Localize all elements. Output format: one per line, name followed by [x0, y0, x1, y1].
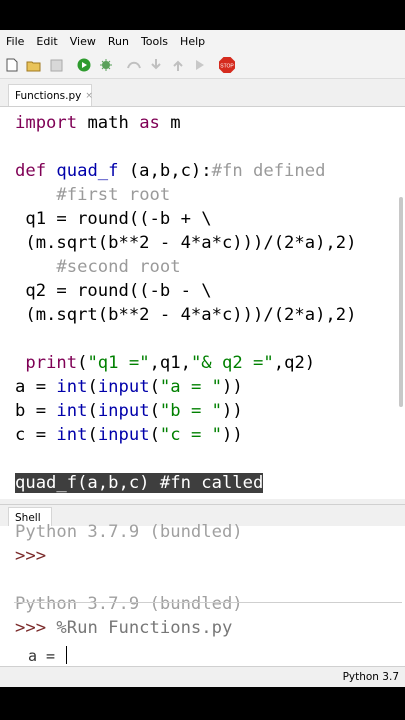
save-icon[interactable]: [48, 57, 64, 73]
menu-help[interactable]: Help: [174, 35, 211, 48]
shell-input-line[interactable]: a =: [28, 646, 68, 665]
editor-tab-bar: Functions.py ×: [0, 82, 405, 106]
editor-scrollbar[interactable]: [399, 197, 403, 407]
menu-tools[interactable]: Tools: [135, 35, 174, 48]
tab-label: Functions.py: [15, 89, 82, 102]
selected-line: quad_f(a,b,c) #fn called: [15, 473, 264, 493]
shell-output: Python 3.7.9 (bundled) >>> Python 3.7.9 …: [15, 522, 243, 638]
step-into-icon[interactable]: [148, 57, 164, 73]
step-over-icon[interactable]: [126, 57, 142, 73]
stop-icon[interactable]: STOP: [218, 57, 236, 73]
new-file-icon[interactable]: [4, 57, 20, 73]
tab-functions-py[interactable]: Functions.py ×: [8, 84, 93, 106]
toolbar: STOP: [0, 52, 405, 79]
open-folder-icon[interactable]: [26, 57, 42, 73]
step-out-icon[interactable]: [170, 57, 186, 73]
close-icon[interactable]: ×: [85, 91, 93, 101]
menu-file[interactable]: File: [0, 35, 30, 48]
code-editor[interactable]: import math as m def quad_f (a,b,c):#fn …: [0, 106, 405, 499]
run-icon[interactable]: [76, 57, 92, 73]
svg-text:STOP: STOP: [220, 64, 234, 70]
shell-panel[interactable]: Python 3.7.9 (bundled) >>> Python 3.7.9 …: [0, 522, 405, 666]
status-bar: Python 3.7: [0, 666, 405, 687]
debug-icon[interactable]: [98, 57, 114, 73]
text-cursor: [66, 646, 68, 664]
resume-icon[interactable]: [192, 57, 208, 73]
menu-run[interactable]: Run: [102, 35, 135, 48]
shell-divider: [14, 602, 402, 603]
code-text: import math as m def quad_f (a,b,c):#fn …: [15, 113, 357, 493]
interpreter-status[interactable]: Python 3.7: [343, 671, 399, 683]
menu-bar: File Edit View Run Tools Help: [0, 30, 405, 52]
menu-view[interactable]: View: [64, 35, 102, 48]
menu-edit[interactable]: Edit: [30, 35, 63, 48]
thonny-window: File Edit View Run Tools Help STOP Funct…: [0, 30, 405, 687]
